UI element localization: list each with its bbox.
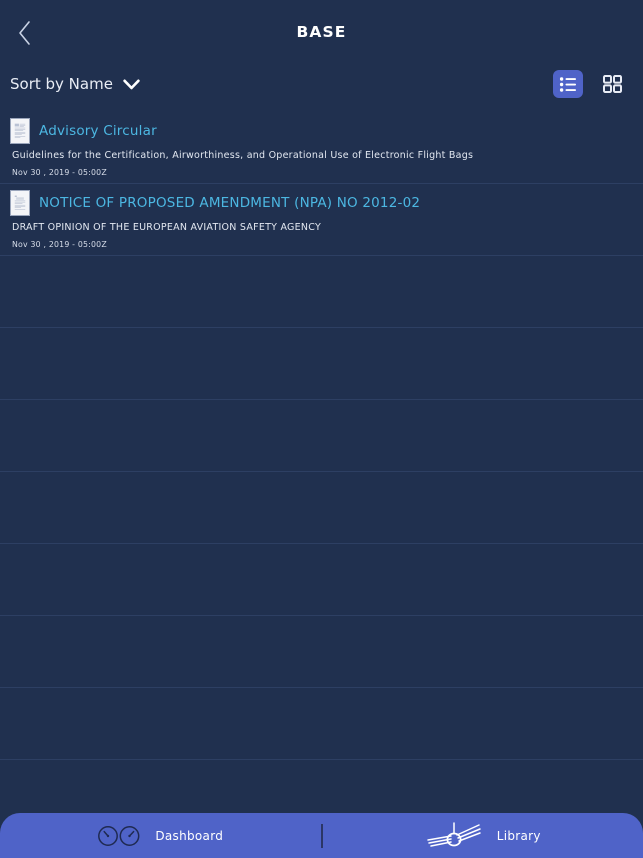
app-header: BASE [0, 0, 643, 65]
bottom-navigation-bar: Dashboard Library [0, 813, 643, 858]
list-item-description: Guidelines for the Certification, Airwor… [12, 150, 474, 161]
grid-view-button[interactable] [597, 70, 627, 98]
list-item-date: Nov 30 , 2019 - 05:00Z [12, 168, 107, 177]
empty-list-row [0, 472, 643, 544]
sort-label: Sort by Name [10, 75, 113, 93]
nav-item-dashboard[interactable]: Dashboard [0, 813, 321, 858]
sort-dropdown[interactable]: Sort by Name [8, 71, 142, 97]
nav-item-library[interactable]: Library [323, 813, 643, 858]
list-item-title[interactable]: Advisory Circular [39, 123, 157, 139]
empty-list-row [0, 688, 643, 760]
empty-list-row [0, 616, 643, 688]
list-item-header: NOTICE OF PROPOSED AMENDMENT (NPA) NO 20… [10, 184, 633, 217]
view-toggle-group [553, 70, 627, 98]
empty-list-row [0, 328, 643, 400]
document-page-icon [10, 118, 30, 144]
empty-list-row [0, 544, 643, 616]
dual-gauge-icon [98, 825, 140, 846]
open-book-icon [426, 821, 481, 847]
document-list: Advisory Circular Guidelines for the Cer… [0, 112, 643, 832]
list-item[interactable]: NOTICE OF PROPOSED AMENDMENT (NPA) NO 20… [0, 184, 643, 256]
list-item-title[interactable]: NOTICE OF PROPOSED AMENDMENT (NPA) NO 20… [39, 195, 420, 211]
empty-list-row [0, 256, 643, 328]
page-title: BASE [296, 23, 347, 41]
empty-list-row [0, 400, 643, 472]
nav-label-dashboard: Dashboard [155, 828, 224, 843]
list-item[interactable]: Advisory Circular Guidelines for the Cer… [0, 112, 643, 184]
list-item-date: Nov 30 , 2019 - 05:00Z [12, 240, 107, 249]
list-item-header: Advisory Circular [10, 112, 633, 145]
list-item-description: DRAFT OPINION OF THE EUROPEAN AVIATION S… [12, 222, 322, 233]
document-page-icon [10, 190, 30, 216]
chevron-down-icon [123, 78, 140, 89]
list-toolbar: Sort by Name [0, 65, 643, 112]
list-view-button[interactable] [553, 70, 583, 98]
nav-label-library: Library [496, 828, 541, 843]
grid-view-icon [602, 75, 622, 93]
list-view-icon [559, 76, 576, 92]
